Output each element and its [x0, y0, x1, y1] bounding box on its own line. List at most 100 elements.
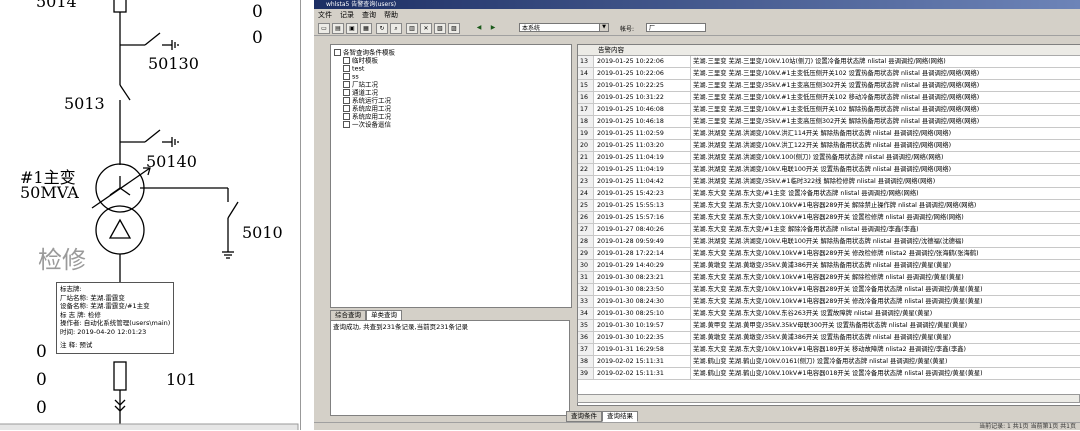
menu-help[interactable]: 帮助 [380, 11, 402, 19]
query-template-tree[interactable]: 各智查询条件模板 临时模板 test ss 厂站工况 通道工况 系统运行工况 系… [330, 44, 572, 308]
new-icon[interactable]: ▭ [318, 23, 330, 34]
tab-query-results[interactable]: 查询结果 [602, 411, 638, 422]
tree-item[interactable]: ss [343, 73, 359, 81]
tree-item-label: 临时模板 [352, 56, 378, 65]
row-number: 24 [578, 188, 594, 199]
account-label: 帐号: [620, 26, 635, 33]
table-row[interactable]: 27 2019-01-27 08:40:26 芜湖.东大变 芜湖.东大变/#1主变 … [578, 224, 1080, 236]
menu-record[interactable]: 记录 [336, 11, 358, 19]
table-row[interactable]: 22 2019-01-25 11:04:19 芜湖.洪湖变 芜湖.洪湖变/10kV.… [578, 164, 1080, 176]
refresh-icon[interactable]: ↻ [376, 23, 388, 34]
row-number: 21 [578, 152, 594, 163]
table-row[interactable]: 24 2019-01-25 15:42:23 芜湖.东大变 芜湖.东大变/#1主变 … [578, 188, 1080, 200]
export-icon[interactable]: ▥ [406, 23, 418, 34]
row-time: 2019-01-27 08:40:26 [597, 224, 691, 235]
grid-header: 告警内容 [578, 45, 1080, 56]
table-row[interactable]: 21 2019-01-25 11:04:19 芜湖.洪湖变 芜湖.洪湖变/10kV.… [578, 152, 1080, 164]
right-zero-1: 0 [252, 2, 263, 22]
table-row[interactable]: 16 2019-01-25 10:31:22 芜湖.三里变 芜湖.三里变/10kV.… [578, 92, 1080, 104]
row-time: 2019-01-25 11:04:19 [597, 152, 691, 163]
folder-icon [343, 113, 350, 120]
row-content: 芜湖.三里变 芜湖.三里变/10kV.10站(侧刀) 设置冷备用状态牌 nlis… [693, 58, 946, 65]
overhaul-tag-card[interactable]: 标志牌: 厂站名称: 芜湖.雷霆变 设备名称: 芜湖.雷霆变/#1主变 标 志 … [56, 282, 174, 354]
tag-line: 操作者: 自动化系统管理(users\main) [60, 319, 170, 328]
row-time: 2019-01-25 10:22:06 [597, 56, 691, 67]
save-icon[interactable]: ▣ [346, 23, 358, 34]
menu-query[interactable]: 查询 [358, 11, 380, 19]
table-row[interactable]: 32 2019-01-30 08:23:50 芜湖.东大变 芜湖.东大变/10kV.… [578, 284, 1080, 296]
row-time: 2019-01-25 15:42:23 [597, 188, 691, 199]
table-row[interactable]: 31 2019-01-30 08:23:21 芜湖.东大变 芜湖.东大变/10kV.… [578, 272, 1080, 284]
row-number: 39 [578, 368, 594, 379]
horizontal-scrollbar[interactable] [577, 394, 1080, 403]
table-row[interactable]: 29 2019-01-28 17:22:14 芜湖.东大变 芜湖.东大变/10kV.… [578, 248, 1080, 260]
row-time: 2019-01-30 10:22:35 [597, 332, 691, 343]
row-number: 27 [578, 224, 594, 235]
account-field[interactable]: 厂 [646, 23, 706, 32]
table-row[interactable]: 25 2019-01-25 15:55:13 芜湖.东大变 芜湖.东大变/10kV.… [578, 200, 1080, 212]
row-content: 芜湖.东大变 芜湖.东大变/#1主变 解除冷备用状态牌 nlistal 县调调控… [693, 226, 919, 233]
row-time: 2019-02-02 15:11:31 [597, 356, 691, 367]
table-row[interactable]: 38 2019-02-02 15:11:31 芜湖.鹤山变 芜湖.鹤山变/10kV.… [578, 356, 1080, 368]
switch-label-5010[interactable]: 5010 [242, 223, 283, 242]
table-row[interactable]: 30 2019-01-29 14:40:29 芜湖.黄墩变 芜湖.黄墩变/35kV.… [578, 260, 1080, 272]
tree-root[interactable]: 各智查询条件模板 [334, 49, 395, 57]
tree-item[interactable]: 系统应用工况 [343, 113, 391, 121]
back-arrow-icon[interactable]: ◀ [474, 23, 484, 32]
filter-icon[interactable]: ▧ [434, 23, 446, 34]
table-row[interactable]: 17 2019-01-25 10:46:08 芜湖.三里变 芜湖.三里变/10kV.… [578, 104, 1080, 116]
row-content: 芜湖.东大变 芜湖.东大变/10kV.10kV#1电容器189开关 移动故障牌 … [693, 346, 967, 353]
switch-label-50140[interactable]: 50140 [146, 152, 197, 171]
tree-item-label: test [352, 64, 365, 73]
print-icon[interactable]: ▦ [360, 23, 372, 34]
alarm-results-grid[interactable]: 告警内容 13 2019-01-25 10:22:06 芜湖.三里变 芜湖.三里变/… [577, 44, 1080, 406]
tree-item[interactable]: 系统应用工况 [343, 105, 391, 113]
open-icon[interactable]: ▤ [332, 23, 344, 34]
table-row[interactable]: 37 2019-01-31 16:29:58 芜湖.东大变 芜湖.东大变/10kV.… [578, 344, 1080, 356]
tree-item[interactable]: 通道工况 [343, 89, 378, 97]
tree-item[interactable]: 临时模板 [343, 57, 378, 65]
tree-item-label: 通道工况 [352, 88, 378, 97]
table-row[interactable]: 34 2019-01-30 08:25:10 芜湖.东大变 芜湖.东大变/10kV.… [578, 308, 1080, 320]
row-content: 芜湖.黄甲变 芜湖.黄甲变/35kV.35kV母联300开关 设置热备用状态牌 … [693, 322, 968, 329]
column-header-alarm-content[interactable]: 告警内容 [598, 45, 624, 55]
system-select[interactable]: 本系统 ▼ [519, 23, 609, 32]
delete-icon[interactable]: ✕ [420, 23, 432, 34]
table-row[interactable]: 14 2019-01-25 10:22:06 芜湖.三里变 芜湖.三里变/10kV.… [578, 68, 1080, 80]
table-row[interactable]: 20 2019-01-25 11:03:20 芜湖.洪湖变 芜湖.洪湖变/10kV.… [578, 140, 1080, 152]
switch-label-50130[interactable]: 50130 [148, 54, 199, 73]
menu-file[interactable]: 文件 [314, 11, 336, 19]
breaker-label-5013[interactable]: 5013 [64, 94, 105, 113]
row-content: 芜湖.洪湖变 芜湖.洪湖变/10kV.洪工122开关 解除热备用状态牌 nlis… [693, 142, 952, 149]
folder-icon [343, 89, 350, 96]
table-row[interactable]: 28 2019-01-28 09:59:49 芜湖.洪湖变 芜湖.洪湖变/10kV.… [578, 236, 1080, 248]
table-row[interactable]: 35 2019-01-30 10:19:57 芜湖.黄甲变 芜湖.黄甲变/35kV.… [578, 320, 1080, 332]
table-row[interactable]: 19 2019-01-25 11:02:59 芜湖.洪湖变 芜湖.洪湖变/10kV.… [578, 128, 1080, 140]
tree-item-label: 一次设备遥信 [352, 120, 391, 129]
tree-item[interactable]: test [343, 65, 364, 73]
chevron-down-icon[interactable]: ▼ [599, 24, 608, 31]
table-row[interactable]: 15 2019-01-25 10:22:25 芜湖.三里变 芜湖.三里变/35kV.… [578, 80, 1080, 92]
table-row[interactable]: 13 2019-01-25 10:22:06 芜湖.三里变 芜湖.三里变/10kV.… [578, 56, 1080, 68]
row-time: 2019-01-25 10:22:06 [597, 68, 691, 79]
table-row[interactable]: 18 2019-01-25 10:46:18 芜湖.三里变 芜湖.三里变/35kV.… [578, 116, 1080, 128]
table-row[interactable]: 33 2019-01-30 08:24:30 芜湖.东大变 芜湖.东大变/10kV.… [578, 296, 1080, 308]
tree-item[interactable]: 系统运行工况 [343, 97, 391, 105]
tab-query-conditions[interactable]: 查询条件 [566, 411, 602, 422]
row-number: 26 [578, 212, 594, 223]
row-number: 32 [578, 284, 594, 295]
tree-item[interactable]: 一次设备遥信 [343, 121, 391, 129]
row-time: 2019-01-25 15:57:16 [597, 212, 691, 223]
table-row[interactable]: 36 2019-01-30 10:22:35 芜湖.黄墩变 芜湖.黄墩变/35kV.… [578, 332, 1080, 344]
tree-item[interactable]: 厂站工况 [343, 81, 378, 89]
left-zero-1: 0 [36, 342, 47, 362]
grid-icon[interactable]: ▨ [448, 23, 460, 34]
forward-arrow-icon[interactable]: ▶ [488, 23, 498, 32]
table-row[interactable]: 26 2019-01-25 15:57:16 芜湖.东大变 芜湖.东大变/10kV.… [578, 212, 1080, 224]
row-time: 2019-01-25 10:22:25 [597, 80, 691, 91]
search-icon[interactable]: ⌕ [390, 23, 402, 34]
table-row[interactable]: 23 2019-01-25 11:04:42 芜湖.洪湖变 芜湖.洪湖变/35kV.… [578, 176, 1080, 188]
table-row[interactable]: 39 2019-02-02 15:11:31 芜湖.鹤山变 芜湖.鹤山变/10kV.… [578, 368, 1080, 380]
row-number: 19 [578, 128, 594, 139]
collapse-icon[interactable] [334, 49, 341, 56]
